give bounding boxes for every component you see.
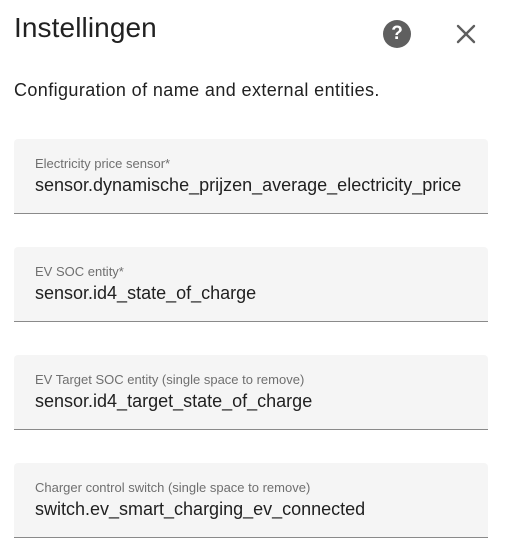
dialog-title: Instellingen [14, 12, 157, 43]
ev-target-soc-entity-field[interactable]: EV Target SOC entity (single space to re… [14, 355, 488, 430]
ev-soc-entity-field[interactable]: EV SOC entity* sensor.id4_state_of_charg… [14, 247, 488, 322]
dialog-description: Configuration of name and external entit… [14, 80, 380, 100]
field-value[interactable]: sensor.dynamische_prijzen_average_electr… [35, 175, 469, 196]
dialog-header: Instellingen ? [0, 0, 506, 70]
field-label: Charger control switch (single space to … [35, 480, 311, 495]
field-value[interactable]: switch.ev_smart_charging_ev_connected [35, 499, 469, 520]
field-label: Electricity price sensor* [35, 156, 171, 171]
settings-dialog: Instellingen ? Configuration of name and… [0, 0, 506, 557]
close-icon[interactable] [452, 20, 480, 48]
charger-control-switch-field[interactable]: Charger control switch (single space to … [14, 463, 488, 538]
field-label: EV Target SOC entity (single space to re… [35, 372, 305, 387]
field-value[interactable]: sensor.id4_state_of_charge [35, 283, 469, 304]
field-label: EV SOC entity* [35, 264, 124, 279]
field-value[interactable]: sensor.id4_target_state_of_charge [35, 391, 469, 412]
help-icon[interactable]: ? [383, 20, 411, 48]
electricity-price-sensor-field[interactable]: Electricity price sensor* sensor.dynamis… [14, 139, 488, 214]
